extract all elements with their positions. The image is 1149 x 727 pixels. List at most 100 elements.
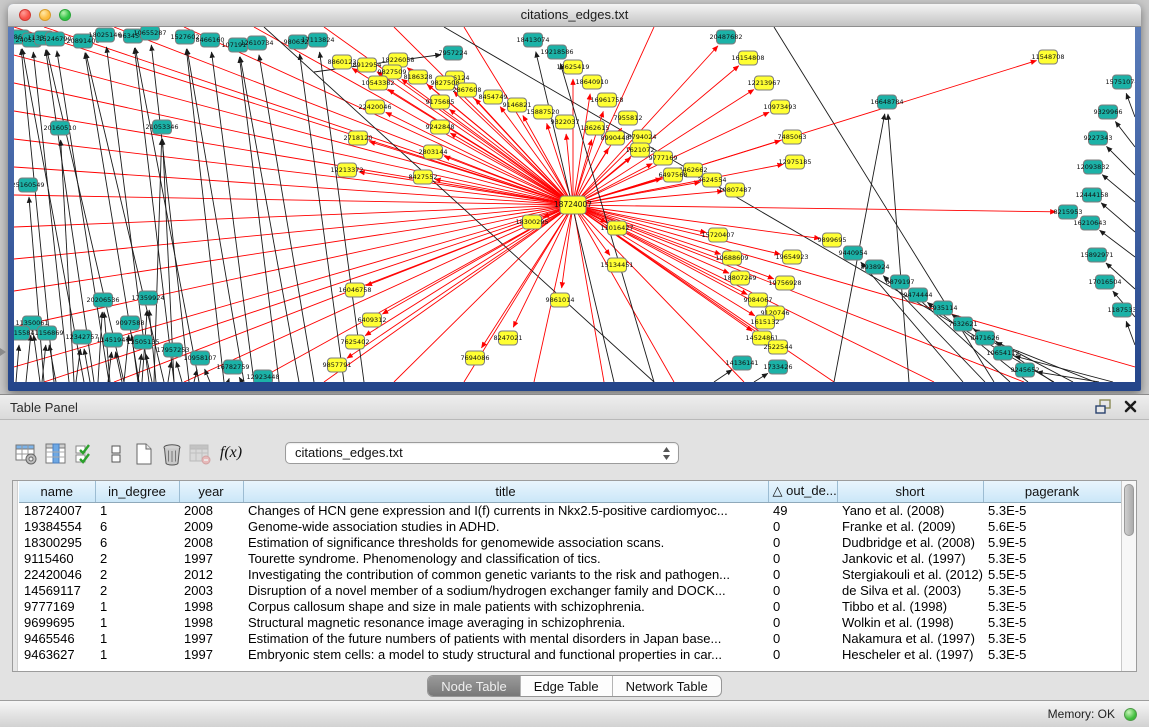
graph-node[interactable]: 10958107 [183, 351, 216, 365]
graph-node[interactable]: 9175685 [426, 95, 455, 109]
table-row[interactable]: 1938455462009Genome-wide association stu… [19, 519, 1121, 535]
graph-node[interactable]: 11451947 [96, 333, 129, 347]
graph-node[interactable]: 1733426 [764, 360, 793, 374]
graph-node[interactable]: 13625419 [556, 60, 589, 74]
graph-node[interactable]: 3624554 [698, 173, 727, 187]
graph-node[interactable]: 9329966 [1094, 105, 1123, 119]
graph-node[interactable]: 21053346 [145, 120, 178, 134]
graph-node[interactable]: 12444158 [1075, 188, 1108, 202]
select-column-icon[interactable] [42, 440, 70, 468]
graph-node[interactable]: 7957224 [439, 46, 468, 60]
graph-node[interactable]: 16648784 [870, 95, 903, 109]
graph-node[interactable]: 1615132 [751, 315, 780, 329]
graph-node[interactable]: 16154808 [731, 51, 764, 65]
graph-node[interactable]: 9474444 [904, 288, 933, 302]
table-scrollbar[interactable] [1121, 481, 1136, 671]
graph-node[interactable]: 16782759 [216, 360, 249, 374]
graph-node[interactable]: 8186328 [404, 70, 433, 84]
table-row[interactable]: 969969511998Structural magnetic resonanc… [19, 615, 1121, 631]
graph-node[interactable]: 2522544 [764, 340, 793, 354]
graph-node[interactable]: 9097588 [116, 316, 145, 330]
close-window-icon[interactable] [19, 9, 31, 21]
graph-node[interactable]: 11156869 [30, 326, 63, 340]
column-header-name[interactable]: name [19, 481, 95, 502]
graph-node[interactable]: 19218586 [540, 45, 573, 59]
graph-node[interactable]: 9440954 [839, 246, 868, 260]
table-row[interactable]: 1830029562008Estimation of significance … [19, 535, 1121, 551]
graph-node[interactable]: 1362615 [581, 121, 610, 135]
table-row[interactable]: 1456911722003Disruption of a novel membe… [19, 583, 1121, 599]
graph-node[interactable]: 9245652 [1011, 363, 1040, 377]
column-header-in_degree[interactable]: in_degree [95, 481, 179, 502]
graph-node[interactable]: 13505135 [126, 335, 159, 349]
graph-node[interactable]: 7625402 [341, 335, 370, 349]
table-row[interactable]: 977716911998Corpus callosum shape and si… [19, 599, 1121, 615]
graph-node[interactable]: 9857791 [323, 358, 352, 372]
graph-node[interactable]: 10654112 [986, 346, 1019, 360]
graph-node[interactable]: 12342757 [65, 330, 98, 344]
graph-node[interactable]: 15892971 [1080, 248, 1113, 262]
graph-node[interactable]: 8247021 [494, 331, 523, 345]
graph-node[interactable]: 9242848 [426, 120, 455, 134]
graph-node[interactable]: 18640910 [575, 75, 608, 89]
graph-node[interactable]: 6794024 [628, 130, 657, 144]
graph-node[interactable]: 15134451 [600, 258, 633, 272]
trash-icon[interactable] [158, 440, 186, 468]
graph-node[interactable]: 8990448 [601, 131, 630, 145]
close-panel-icon[interactable] [1124, 400, 1137, 413]
graph-node[interactable]: 16210643 [1073, 216, 1106, 230]
graph-node[interactable]: 22420046 [358, 100, 391, 114]
column-header-year[interactable]: year [179, 481, 243, 502]
graph-node[interactable]: 18413074 [516, 33, 549, 47]
graph-node[interactable]: 2935114 [929, 301, 958, 315]
column-header-title[interactable]: title [243, 481, 768, 502]
graph-node[interactable]: 15751074 [1105, 75, 1135, 89]
scrollbar-thumb[interactable] [1124, 484, 1134, 536]
graph-node[interactable]: 7694086 [461, 351, 490, 365]
graph-node[interactable]: 19756928 [768, 276, 801, 290]
tab-node-table[interactable]: Node Table [428, 676, 520, 696]
table-select-combobox[interactable]: citations_edges.txt [285, 442, 679, 464]
graph-node[interactable]: 12975185 [778, 155, 811, 169]
graph-node[interactable]: 10543382 [361, 76, 394, 90]
rows-icon[interactable] [102, 440, 130, 468]
graph-node[interactable]: 7485063 [778, 130, 807, 144]
graph-node[interactable]: 9227343 [1084, 131, 1113, 145]
graph-node[interactable]: 18807249 [723, 271, 756, 285]
graph-node[interactable]: 10973493 [763, 100, 796, 114]
graph-node[interactable]: 17016504 [1088, 275, 1121, 289]
graph-node[interactable]: 9322037 [551, 115, 580, 129]
graph-node[interactable]: 11016427 [600, 221, 633, 235]
table-settings-icon[interactable] [12, 440, 40, 468]
graph-node[interactable]: 12093832 [1076, 160, 1109, 174]
graph-node[interactable]: 9899695 [818, 233, 847, 247]
new-file-icon[interactable] [130, 440, 158, 468]
column-header-short[interactable]: short [837, 481, 983, 502]
table-row[interactable]: 911546021997Tourette syndrome. Phenomeno… [19, 551, 1121, 567]
graph-node[interactable]: 19654923 [775, 250, 808, 264]
graph-node[interactable]: 9777169 [649, 151, 678, 165]
minimize-window-icon[interactable] [39, 9, 51, 21]
graph-node[interactable]: 12213372 [330, 163, 363, 177]
graph-node[interactable]: 7632621 [949, 317, 978, 331]
graph-node[interactable]: 15887520 [526, 105, 559, 119]
graph-node[interactable]: 9861014 [546, 293, 575, 307]
graph-node[interactable]: 11548708 [1031, 50, 1064, 64]
graph-node[interactable]: 20487682 [709, 30, 742, 44]
network-view[interactable]: 9886220240557211133795215246790208914061… [14, 27, 1135, 382]
graph-node[interactable]: 2718120 [344, 131, 373, 145]
graph-node[interactable]: 9084067 [744, 293, 773, 307]
column-header-pagerank[interactable]: pagerank [983, 481, 1121, 502]
table-row[interactable]: 946554611997Estimation of the future num… [19, 631, 1121, 647]
table-row[interactable]: 1872400712008Changes of HCN gene express… [19, 502, 1121, 519]
float-panel-icon[interactable] [1095, 399, 1112, 414]
graph-node[interactable]: 15720407 [701, 228, 734, 242]
graph-node[interactable]: 12923448 [246, 370, 279, 382]
graph-node[interactable]: 18300295 [515, 215, 548, 229]
column-header-out_de[interactable]: △ out_de... [768, 481, 837, 502]
graph-node[interactable]: 12213967 [747, 76, 780, 90]
select-rows-check-icon[interactable] [72, 440, 100, 468]
zoom-window-icon[interactable] [59, 9, 71, 21]
tab-edge-table[interactable]: Edge Table [520, 676, 612, 696]
table-row[interactable]: 946362711997Embryonic stem cells: a mode… [19, 647, 1121, 663]
